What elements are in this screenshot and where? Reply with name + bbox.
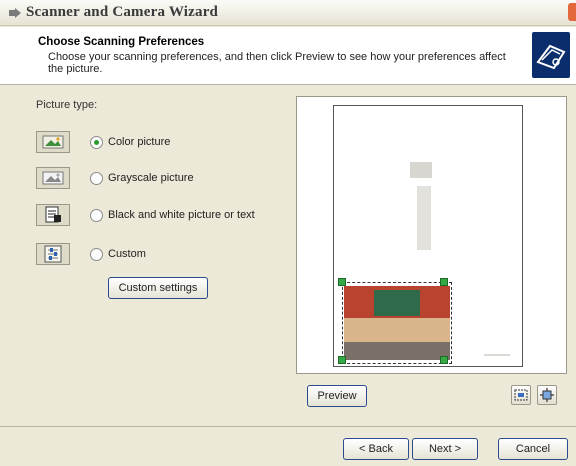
black-white-text-icon bbox=[36, 204, 70, 226]
preview-area[interactable] bbox=[296, 96, 567, 374]
option-label: Custom bbox=[108, 248, 146, 260]
option-custom[interactable]: Custom bbox=[36, 243, 276, 267]
grayscale-picture-icon bbox=[36, 167, 70, 189]
option-label: Grayscale picture bbox=[108, 172, 194, 184]
crop-handle-top-right[interactable] bbox=[440, 278, 448, 286]
custom-settings-button[interactable]: Custom settings bbox=[108, 277, 208, 299]
page-description: Choose your scanning preferences, and th… bbox=[48, 51, 506, 75]
option-label: Color picture bbox=[108, 136, 171, 148]
crop-handle-bottom-right[interactable] bbox=[440, 356, 448, 364]
next-button[interactable]: Next > bbox=[412, 438, 478, 460]
option-label: Black and white picture or text bbox=[108, 209, 255, 221]
custom-settings-icon bbox=[36, 243, 70, 265]
radio-color-picture[interactable] bbox=[90, 136, 103, 149]
option-grayscale-picture[interactable]: Grayscale picture bbox=[36, 167, 276, 191]
footer-divider bbox=[0, 426, 576, 427]
crop-handle-bottom-left[interactable] bbox=[338, 356, 346, 364]
page-mark bbox=[410, 162, 432, 178]
title-bar[interactable]: Scanner and Camera Wizard bbox=[0, 0, 576, 26]
enlarge-selection-icon bbox=[540, 388, 554, 402]
color-picture-icon bbox=[36, 131, 70, 153]
scanner-camera-icon bbox=[532, 32, 570, 78]
scanned-page bbox=[333, 105, 523, 367]
back-button[interactable]: < Back bbox=[343, 438, 409, 460]
radio-black-white[interactable] bbox=[90, 209, 103, 222]
fit-selection-button[interactable] bbox=[511, 385, 531, 405]
radio-custom[interactable] bbox=[90, 248, 103, 261]
page-title: Choose Scanning Preferences bbox=[38, 36, 205, 48]
radio-grayscale-picture[interactable] bbox=[90, 172, 103, 185]
option-black-white[interactable]: Black and white picture or text bbox=[36, 204, 276, 228]
preview-button[interactable]: Preview bbox=[307, 385, 367, 407]
scanner-wizard-window: Scanner and Camera Wizard Choose Scannin… bbox=[0, 0, 576, 466]
close-button[interactable] bbox=[568, 3, 576, 21]
page-mark bbox=[417, 186, 431, 250]
wizard-header: Choose Scanning Preferences Choose your … bbox=[0, 27, 576, 85]
option-color-picture[interactable]: Color picture bbox=[36, 131, 276, 155]
crop-handle-top-left[interactable] bbox=[338, 278, 346, 286]
selection-box[interactable] bbox=[342, 282, 452, 364]
picture-type-label: Picture type: bbox=[36, 99, 98, 111]
page-mark bbox=[484, 354, 510, 356]
cancel-button[interactable]: Cancel bbox=[498, 438, 568, 460]
fit-selection-icon bbox=[514, 389, 528, 401]
enlarge-selection-button[interactable] bbox=[537, 385, 557, 405]
wizard-arrow-icon bbox=[9, 8, 21, 18]
window-title: Scanner and Camera Wizard bbox=[26, 4, 219, 20]
